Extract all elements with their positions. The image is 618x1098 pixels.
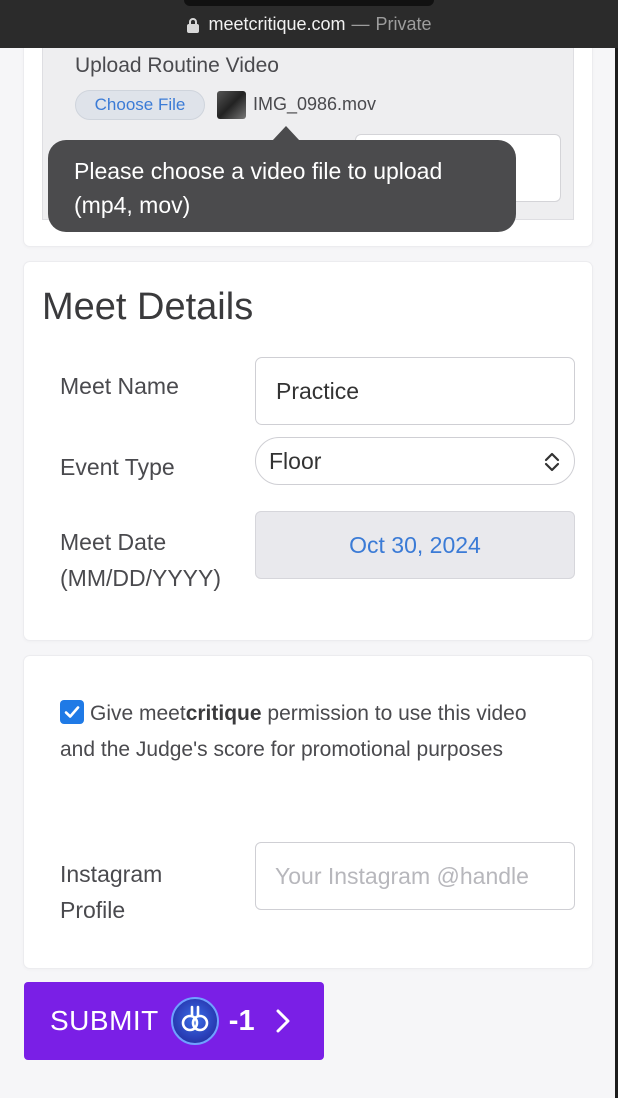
device-notch	[184, 0, 434, 6]
event-type-label: Event Type	[60, 454, 175, 480]
meet-details-card: Meet Details Meet Name Practice Event Ty…	[24, 262, 592, 640]
permission-card: Give meetcritique permission to use this…	[24, 656, 592, 968]
chevron-right-icon	[276, 1009, 290, 1033]
validation-tooltip: Please choose a video file to upload (mp…	[48, 126, 516, 232]
event-type-select[interactable]: Floor	[255, 437, 575, 485]
choose-file-button[interactable]: Choose File	[75, 90, 205, 120]
url-separator: —	[351, 13, 370, 34]
private-mode-label: Private	[375, 13, 432, 34]
selected-file-name: IMG_0986.mov	[253, 94, 377, 114]
event-type-value: Floor	[269, 447, 322, 474]
permission-text-before: Give meet	[90, 702, 186, 725]
meet-date-label: Meet Date (MM/DD/YYYY)	[60, 524, 221, 596]
meet-date-format: (MM/DD/YYYY)	[60, 565, 221, 591]
meet-name-label: Meet Name	[60, 373, 179, 399]
video-thumbnail-icon	[217, 91, 246, 119]
meet-date-label-text: Meet Date	[60, 529, 167, 555]
instagram-label: Instagram Profile	[60, 861, 163, 923]
lock-icon	[186, 17, 200, 33]
permission-checkbox[interactable]	[60, 700, 84, 724]
coin-icon	[170, 997, 219, 1045]
url-text: meetcritique.com	[208, 13, 346, 34]
meet-date-input[interactable]: Oct 30, 2024	[255, 511, 575, 579]
submit-button[interactable]: SUBMIT -1	[24, 982, 324, 1060]
section-title: Meet Details	[42, 286, 254, 328]
instagram-input[interactable]: Your Instagram @handle	[255, 842, 575, 910]
permission-consent: Give meetcritique permission to use this…	[60, 696, 560, 768]
brand-name-bold: critique	[185, 702, 262, 725]
upload-title: Upload Routine Video	[75, 54, 279, 77]
submit-label: SUBMIT	[50, 1005, 159, 1036]
meet-name-input[interactable]: Practice	[255, 357, 575, 425]
credit-cost: -1	[228, 1004, 255, 1037]
chevron-up-down-icon	[543, 450, 561, 474]
browser-address-bar[interactable]: meetcritique.com — Private	[0, 0, 618, 48]
checkmark-icon	[64, 706, 80, 718]
